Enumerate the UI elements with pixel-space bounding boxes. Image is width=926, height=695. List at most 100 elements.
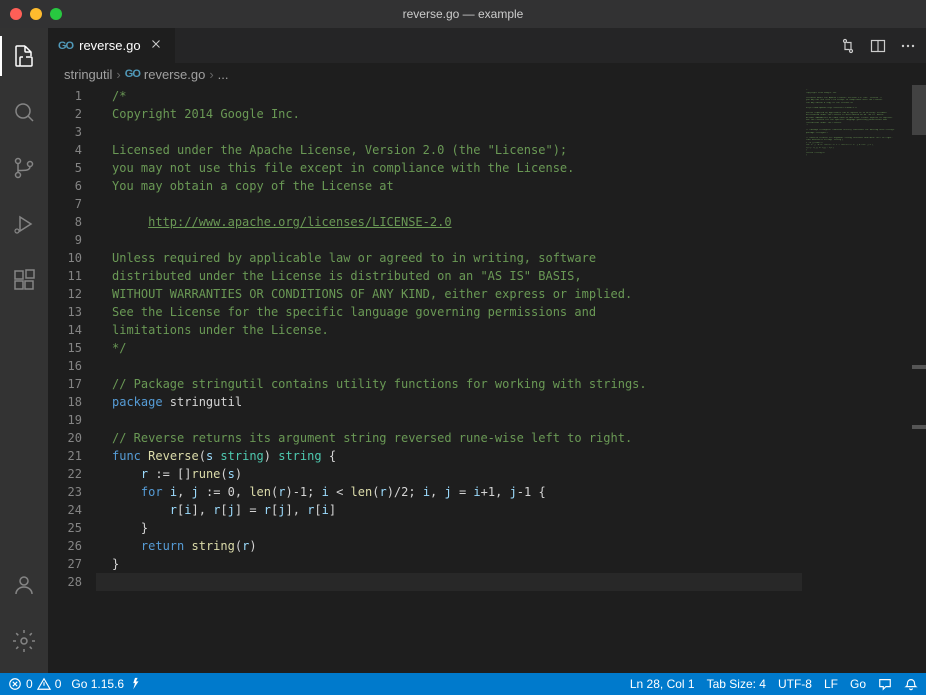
status-go-version[interactable]: Go 1.15.6 bbox=[71, 677, 142, 691]
code-line[interactable]: r[i], r[j] = r[j], r[i] bbox=[96, 501, 802, 519]
tab-filename: reverse.go bbox=[79, 38, 140, 53]
status-encoding[interactable]: UTF-8 bbox=[778, 677, 812, 691]
line-number[interactable]: 5 bbox=[48, 159, 82, 177]
code-line[interactable]: return string(r) bbox=[96, 537, 802, 555]
code-line[interactable]: func Reverse(s string) string { bbox=[96, 447, 802, 465]
code-line[interactable]: Unless required by applicable law or agr… bbox=[96, 249, 802, 267]
line-number[interactable]: 2 bbox=[48, 105, 82, 123]
line-number[interactable]: 3 bbox=[48, 123, 82, 141]
feedback-icon[interactable] bbox=[878, 677, 892, 691]
compare-changes-icon[interactable] bbox=[840, 38, 856, 54]
code-line[interactable] bbox=[96, 123, 802, 141]
line-number[interactable]: 9 bbox=[48, 231, 82, 249]
code-line[interactable]: You may obtain a copy of the License at bbox=[96, 177, 802, 195]
code-line[interactable]: http://www.apache.org/licenses/LICENSE-2… bbox=[96, 213, 802, 231]
error-count: 0 bbox=[26, 677, 33, 691]
code-line[interactable]: */ bbox=[96, 339, 802, 357]
line-number[interactable]: 22 bbox=[48, 465, 82, 483]
settings-gear-icon[interactable] bbox=[0, 621, 48, 661]
line-number[interactable]: 14 bbox=[48, 321, 82, 339]
more-actions-icon[interactable] bbox=[900, 38, 916, 54]
breadcrumb[interactable]: stringutil › GO reverse.go › ... bbox=[48, 63, 926, 85]
tab-reverse-go[interactable]: GO reverse.go bbox=[48, 28, 176, 63]
line-number[interactable]: 27 bbox=[48, 555, 82, 573]
line-number[interactable]: 28 bbox=[48, 573, 82, 591]
line-number[interactable]: 21 bbox=[48, 447, 82, 465]
line-number[interactable]: 25 bbox=[48, 519, 82, 537]
code-line[interactable]: } bbox=[96, 519, 802, 537]
line-number[interactable]: 7 bbox=[48, 195, 82, 213]
status-eol[interactable]: LF bbox=[824, 677, 838, 691]
line-number[interactable]: 11 bbox=[48, 267, 82, 285]
scrollbar-marker bbox=[912, 425, 926, 429]
code-line[interactable] bbox=[96, 411, 802, 429]
status-problems[interactable]: 0 0 bbox=[8, 677, 61, 691]
explorer-icon[interactable] bbox=[0, 36, 48, 76]
code-line[interactable] bbox=[96, 573, 802, 591]
scrollbar[interactable] bbox=[912, 85, 926, 673]
line-number[interactable]: 20 bbox=[48, 429, 82, 447]
line-number[interactable]: 1 bbox=[48, 87, 82, 105]
line-number[interactable]: 13 bbox=[48, 303, 82, 321]
extensions-icon[interactable] bbox=[0, 260, 48, 300]
code-area[interactable]: /*Copyright 2014 Google Inc. Licensed und… bbox=[96, 85, 802, 673]
line-number[interactable]: 4 bbox=[48, 141, 82, 159]
status-tab-size[interactable]: Tab Size: 4 bbox=[707, 677, 766, 691]
editor-content[interactable]: 1234567891011121314151617181920212223242… bbox=[48, 85, 926, 673]
code-line[interactable]: you may not use this file except in comp… bbox=[96, 159, 802, 177]
accounts-icon[interactable] bbox=[0, 565, 48, 605]
line-number[interactable]: 6 bbox=[48, 177, 82, 195]
code-line[interactable]: distributed under the License is distrib… bbox=[96, 267, 802, 285]
debug-icon[interactable] bbox=[0, 204, 48, 244]
breadcrumb-segment[interactable]: stringutil bbox=[64, 67, 112, 82]
code-line[interactable]: for i, j := 0, len(r)-1; i < len(r)/2; i… bbox=[96, 483, 802, 501]
code-line[interactable] bbox=[96, 357, 802, 375]
tab-bar: GO reverse.go bbox=[48, 28, 926, 63]
close-window-button[interactable] bbox=[10, 8, 22, 20]
line-number[interactable]: 18 bbox=[48, 393, 82, 411]
line-number[interactable]: 16 bbox=[48, 357, 82, 375]
code-line[interactable]: // Package stringutil contains utility f… bbox=[96, 375, 802, 393]
line-number-gutter[interactable]: 1234567891011121314151617181920212223242… bbox=[48, 85, 96, 673]
code-line[interactable]: limitations under the License. bbox=[96, 321, 802, 339]
status-language[interactable]: Go bbox=[850, 677, 866, 691]
search-icon[interactable] bbox=[0, 92, 48, 132]
main-area: GO reverse.go stringutil › bbox=[0, 28, 926, 673]
breadcrumb-segment[interactable]: reverse.go bbox=[144, 67, 205, 82]
code-line[interactable] bbox=[96, 231, 802, 249]
split-editor-icon[interactable] bbox=[870, 38, 886, 54]
line-number[interactable]: 24 bbox=[48, 501, 82, 519]
close-tab-icon[interactable] bbox=[147, 35, 165, 56]
line-number[interactable]: 10 bbox=[48, 249, 82, 267]
code-line[interactable]: } bbox=[96, 555, 802, 573]
code-line[interactable]: /* bbox=[96, 87, 802, 105]
code-line[interactable]: Licensed under the Apache License, Versi… bbox=[96, 141, 802, 159]
minimap[interactable]: /*Copyright 2014 Google Inc.Licensed und… bbox=[802, 85, 912, 673]
activity-bar bbox=[0, 28, 48, 673]
scrollbar-thumb[interactable] bbox=[912, 85, 926, 135]
line-number[interactable]: 26 bbox=[48, 537, 82, 555]
source-control-icon[interactable] bbox=[0, 148, 48, 188]
code-line[interactable]: See the License for the specific languag… bbox=[96, 303, 802, 321]
line-number[interactable]: 8 bbox=[48, 213, 82, 231]
breadcrumb-segment[interactable]: ... bbox=[218, 67, 229, 82]
status-cursor-position[interactable]: Ln 28, Col 1 bbox=[630, 677, 695, 691]
line-number[interactable]: 15 bbox=[48, 339, 82, 357]
line-number[interactable]: 23 bbox=[48, 483, 82, 501]
go-file-icon: GO bbox=[58, 40, 73, 52]
code-line[interactable] bbox=[96, 195, 802, 213]
code-line[interactable]: package stringutil bbox=[96, 393, 802, 411]
code-line[interactable]: WITHOUT WARRANTIES OR CONDITIONS OF ANY … bbox=[96, 285, 802, 303]
line-number[interactable]: 19 bbox=[48, 411, 82, 429]
line-number[interactable]: 17 bbox=[48, 375, 82, 393]
minimize-window-button[interactable] bbox=[30, 8, 42, 20]
code-line[interactable]: // Reverse returns its argument string r… bbox=[96, 429, 802, 447]
maximize-window-button[interactable] bbox=[50, 8, 62, 20]
window-title: reverse.go — example bbox=[403, 7, 524, 21]
warning-count: 0 bbox=[55, 677, 62, 691]
code-line[interactable]: Copyright 2014 Google Inc. bbox=[96, 105, 802, 123]
line-number[interactable]: 12 bbox=[48, 285, 82, 303]
go-file-icon: GO bbox=[125, 68, 140, 80]
notifications-bell-icon[interactable] bbox=[904, 677, 918, 691]
code-line[interactable]: r := []rune(s) bbox=[96, 465, 802, 483]
